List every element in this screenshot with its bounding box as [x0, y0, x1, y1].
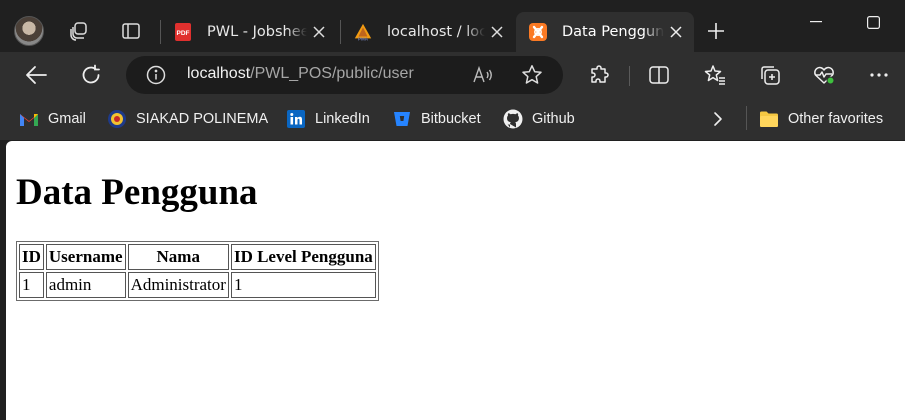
address-bar[interactable]: localhost/PWL_POS/public/user [126, 56, 563, 94]
back-icon[interactable] [21, 60, 51, 90]
other-favorites-label: Other favorites [788, 111, 884, 127]
settings-menu-icon[interactable] [864, 60, 894, 90]
linkedin-icon [286, 109, 306, 129]
table-header-row: ID Username Nama ID Level Pengguna [19, 244, 376, 270]
tab-data-pengguna[interactable]: Data Pengguna [516, 12, 694, 52]
cell-username: admin [45, 272, 126, 298]
column-header-id: ID [19, 244, 44, 270]
read-aloud-icon[interactable] [471, 63, 495, 87]
tab-title: localhost / localhost / pwl_pos [387, 24, 485, 40]
github-icon [503, 109, 523, 129]
close-tab-icon[interactable] [664, 20, 688, 44]
cell-nama: Administrator [127, 272, 229, 298]
tab-strip: PDF PWL - Jobsheet 3 PMA localhost / loc… [0, 0, 905, 52]
tab-pwl-jobsheet[interactable]: PDF PWL - Jobsheet 3 [161, 12, 337, 52]
favorite-label: Github [532, 111, 575, 127]
favorites-icon[interactable] [700, 60, 730, 90]
cell-id: 1 [19, 272, 44, 298]
tab-title: PWL - Jobsheet 3 [207, 24, 307, 40]
workspaces-icon[interactable] [66, 18, 92, 44]
minimize-icon[interactable] [804, 10, 828, 34]
phpmyadmin-icon: PMA [353, 22, 373, 42]
favorites-overflow-chevron-icon[interactable] [713, 107, 723, 131]
column-header-level: ID Level Pengguna [230, 244, 376, 270]
gmail-icon [19, 109, 39, 129]
favorite-siakad-polinema[interactable]: SIAKAD POLINEMA [107, 107, 268, 131]
browser-essentials-icon[interactable] [809, 60, 839, 90]
close-tab-icon[interactable] [307, 20, 331, 44]
favorites-bar: Gmail SIAKAD POLINEMA LinkedIn Bitbucket… [0, 98, 905, 140]
page-viewport: Data Pengguna ID Username Nama ID Level … [6, 141, 905, 420]
pdf-icon: PDF [173, 22, 193, 42]
navigation-toolbar: localhost/PWL_POS/public/user [0, 52, 905, 98]
tab-title: Data Pengguna [562, 24, 664, 40]
favorite-gmail[interactable]: Gmail [19, 107, 86, 131]
url-path: /PWL_POS/public/user [250, 65, 414, 82]
split-screen-icon[interactable] [644, 60, 674, 90]
svg-text:PDF: PDF [177, 30, 190, 37]
close-tab-icon[interactable] [485, 20, 509, 44]
toolbar-separator [629, 66, 630, 86]
favorite-bitbucket[interactable]: Bitbucket [392, 107, 481, 131]
refresh-icon[interactable] [76, 60, 106, 90]
tab-phpmyadmin[interactable]: PMA localhost / localhost / pwl_pos [341, 12, 515, 52]
favorite-label: SIAKAD POLINEMA [136, 111, 269, 127]
page-title: Data Pengguna [16, 172, 258, 213]
vertical-tabs-icon[interactable] [118, 18, 144, 44]
url-text[interactable]: localhost/PWL_POS/public/user [187, 65, 414, 83]
folder-icon [759, 109, 779, 129]
cell-level: 1 [230, 272, 376, 298]
favorite-label: LinkedIn [315, 111, 370, 127]
profile-avatar[interactable] [14, 16, 44, 46]
favorite-other-favorites[interactable]: Other favorites [759, 107, 883, 131]
maximize-icon[interactable] [861, 10, 885, 34]
polinema-icon [107, 109, 127, 129]
favorite-label: Bitbucket [421, 111, 481, 127]
table-row: 1 admin Administrator 1 [19, 272, 376, 298]
site-info-icon[interactable] [146, 65, 166, 85]
extensions-icon[interactable] [585, 60, 615, 90]
column-header-username: Username [45, 244, 126, 270]
collections-icon[interactable] [755, 60, 785, 90]
users-table: ID Username Nama ID Level Pengguna 1 adm… [16, 241, 379, 301]
favorite-label: Gmail [48, 111, 86, 127]
new-tab-icon[interactable] [703, 18, 729, 44]
favbar-separator [746, 106, 747, 130]
favorite-star-icon[interactable] [520, 63, 544, 87]
url-host: localhost [187, 65, 251, 82]
bitbucket-icon [392, 109, 412, 129]
svg-text:PMA: PMA [358, 37, 369, 42]
column-header-nama: Nama [127, 244, 229, 270]
favorite-linkedin[interactable]: LinkedIn [286, 107, 370, 131]
xampp-icon [528, 22, 548, 42]
favorite-github[interactable]: Github [503, 107, 575, 131]
